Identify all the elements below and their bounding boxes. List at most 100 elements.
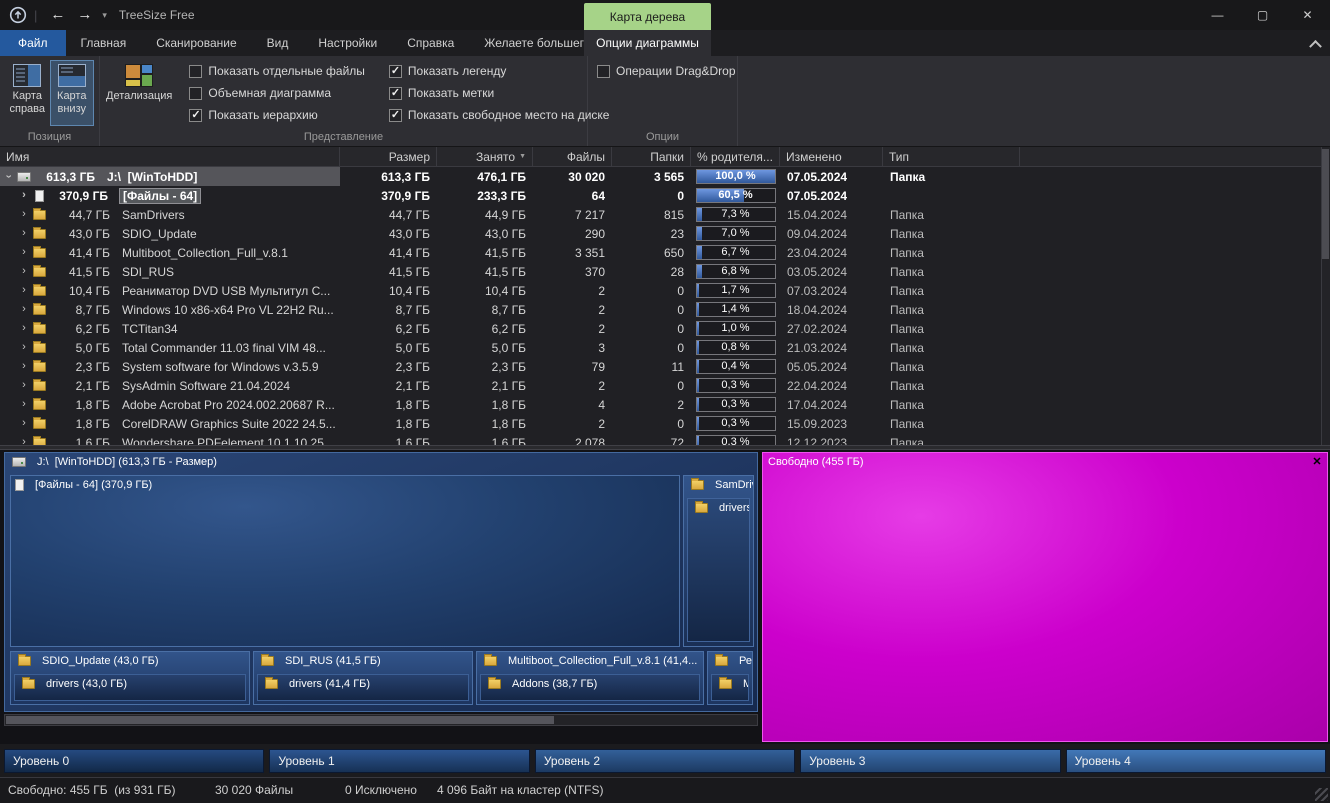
percent-value: 60,5 %: [718, 189, 753, 201]
percent-cell: 7,3 %: [691, 207, 780, 222]
table-row[interactable]: › 2,1 ГБ SysAdmin Software 21.04.2024 2,1 Г…: [0, 376, 1330, 395]
expand-icon[interactable]: ›: [18, 418, 30, 429]
table-row[interactable]: › 41,4 ГБ Multiboot_Collection_Full_v.8.1 4…: [0, 243, 1330, 262]
percent-cell: 0,3 %: [691, 416, 780, 431]
treemap-child-block[interactable]: М...: [711, 674, 749, 701]
tab-file[interactable]: Файл: [0, 30, 66, 56]
vertical-scrollbar[interactable]: [1321, 147, 1330, 445]
map-bottom-button[interactable]: Карта внизу: [49, 60, 94, 126]
percent-value: 0,3 %: [721, 398, 750, 410]
table-row[interactable]: › 1,8 ГБ CorelDRAW Graphics Suite 2022 24.…: [0, 414, 1330, 433]
expand-icon[interactable]: ›: [18, 437, 30, 446]
expand-icon[interactable]: ›: [18, 342, 30, 353]
table-row[interactable]: › 44,7 ГБ SamDrivers 44,7 ГБ 44,9 ГБ 7 217 815…: [0, 205, 1330, 224]
table-row[interactable]: › 8,7 ГБ Windows 10 x86-x64 Pro VL 22H2 Ru…: [0, 300, 1330, 319]
close-icon[interactable]: ✕: [1310, 454, 1324, 468]
resize-grip[interactable]: [1315, 788, 1328, 801]
checkbox-show-labels[interactable]: Показать метки: [388, 86, 610, 100]
treemap-block[interactable]: Реа... М...: [707, 651, 753, 705]
checkbox-show-individual-files[interactable]: Показать отдельные файлы: [189, 64, 365, 78]
treemap-bottom-row: SDIO_Update (43,0 ГБ) drivers (43,0 ГБ) …: [10, 651, 753, 705]
ribbon-collapse-button[interactable]: [1306, 35, 1324, 53]
expand-icon[interactable]: ›: [18, 247, 30, 258]
treemap-block-label: Multiboot_Collection_Full_v.8.1 (41,4...: [508, 655, 698, 667]
percent-value: 7,0 %: [721, 227, 750, 239]
app-logo-icon[interactable]: [9, 6, 27, 24]
table-row[interactable]: › 2,3 ГБ System software for Windows v.3.5…: [0, 357, 1330, 376]
table-row[interactable]: › 6,2 ГБ TCTitan34 6,2 ГБ 6,2 ГБ 2 0 1,0 % 27.02…: [0, 319, 1330, 338]
legend-level-3: Уровень 3: [800, 748, 1061, 773]
column-header-allocated[interactable]: Занято: [437, 147, 533, 166]
treemap-files64-block[interactable]: [Файлы - 64] (370,9 ГБ): [10, 475, 680, 647]
treemap-horizontal-scrollbar[interactable]: [4, 714, 758, 726]
ribbon-group-view: Детализация Показать отдельные файлы Объ…: [100, 56, 609, 146]
tab-diagram-options[interactable]: Опции диаграммы: [584, 30, 711, 56]
column-header-folders[interactable]: Папки: [612, 147, 691, 166]
chevron-down-icon[interactable]: ▾: [98, 10, 111, 21]
treemap-drive-block[interactable]: J:\ [WinToHDD] (613,3 ГБ - Размер) [Файл…: [4, 452, 758, 712]
treemap-block[interactable]: SDI_RUS (41,5 ГБ) drivers (41,4 ГБ): [253, 651, 473, 705]
tab-view[interactable]: Вид: [252, 30, 304, 56]
checkbox-3d-chart[interactable]: Объемная диаграмма: [189, 86, 365, 100]
tab-scan[interactable]: Сканирование: [141, 30, 251, 56]
folder-icon: [33, 226, 46, 239]
treemap-block[interactable]: Multiboot_Collection_Full_v.8.1 (41,4...…: [476, 651, 704, 705]
tab-settings[interactable]: Настройки: [303, 30, 392, 56]
collapse-icon[interactable]: ›: [3, 171, 15, 183]
checkbox-show-legend[interactable]: Показать легенду: [388, 64, 610, 78]
detail-button[interactable]: Детализация: [105, 60, 173, 126]
scrollbar-thumb[interactable]: [1322, 149, 1329, 259]
checkbox-drag-drop[interactable]: Операции Drag&Drop: [597, 64, 736, 78]
expand-icon[interactable]: ›: [18, 323, 30, 334]
column-header-name[interactable]: Имя: [0, 147, 340, 166]
folder-icon: [261, 654, 274, 666]
treemap-child-block[interactable]: Addons (38,7 ГБ): [480, 674, 700, 701]
table-row[interactable]: › 43,0 ГБ SDIO_Update 43,0 ГБ 43,0 ГБ 290 23 7,…: [0, 224, 1330, 243]
table-row[interactable]: › 10,4 ГБ Реаниматор DVD USB Мультитул С..…: [0, 281, 1330, 300]
column-header-modified[interactable]: Изменено: [780, 147, 883, 166]
treemap-child-block[interactable]: drivers (43,0 ГБ): [14, 674, 246, 701]
row-name: Total Commander 11.03 final VIM 48...: [122, 340, 326, 355]
table-row[interactable]: › 1,6 ГБ Wondershare PDFelement 10.1.10.25…: [0, 433, 1330, 445]
checkbox-show-hierarchy[interactable]: Показать иерархию: [189, 108, 365, 122]
expand-icon[interactable]: ›: [18, 285, 30, 296]
table-row[interactable]: › 613,3 ГБ J:\ [WinToHDD] 613,3 ГБ 476,1 ГБ 3…: [0, 167, 1330, 186]
back-button[interactable]: ←: [44, 0, 71, 30]
table-row[interactable]: › 41,5 ГБ SDI_RUS 41,5 ГБ 41,5 ГБ 370 28 6,8 % 0…: [0, 262, 1330, 281]
treemap-samdrivers-block[interactable]: SamDriv... drivers...: [683, 475, 754, 647]
expand-icon[interactable]: ›: [18, 361, 30, 372]
table-row[interactable]: › 1,8 ГБ Adobe Acrobat Pro 2024.002.20687 …: [0, 395, 1330, 414]
expand-icon[interactable]: ›: [18, 190, 30, 201]
treemap-drivers-block[interactable]: drivers...: [687, 498, 750, 642]
close-button[interactable]: ✕: [1285, 0, 1330, 30]
allocated-cell: 41,5 ГБ: [484, 245, 526, 260]
table-row[interactable]: › 370,9 ГБ [Файлы - 64] 370,9 ГБ 233,3 ГБ 64 0…: [0, 186, 1330, 205]
maximize-button[interactable]: ▢: [1240, 0, 1285, 30]
scrollbar-thumb[interactable]: [6, 716, 554, 724]
tab-help[interactable]: Справка: [392, 30, 469, 56]
folder-icon: [33, 397, 46, 410]
expand-icon[interactable]: ›: [18, 380, 30, 391]
forward-button[interactable]: →: [71, 0, 98, 30]
expand-icon[interactable]: ›: [18, 304, 30, 315]
button-label: Карта справа: [9, 90, 46, 115]
treemap-free-space-block[interactable]: Свободно (455 ГБ) ✕: [762, 452, 1328, 742]
column-header-size[interactable]: Размер: [340, 147, 437, 166]
expand-icon[interactable]: ›: [18, 399, 30, 410]
expand-icon[interactable]: ›: [18, 228, 30, 239]
column-header-files[interactable]: Файлы: [533, 147, 612, 166]
tab-home[interactable]: Главная: [66, 30, 142, 56]
expand-icon[interactable]: ›: [18, 209, 30, 220]
minimize-button[interactable]: —: [1195, 0, 1240, 30]
expand-icon[interactable]: ›: [18, 266, 30, 277]
checkbox-show-free-space[interactable]: Показать свободное место на диске: [388, 108, 609, 122]
checkbox-label: Объемная диаграмма: [208, 86, 332, 100]
column-header-percent[interactable]: % родителя...: [691, 147, 780, 166]
treemap-block[interactable]: SDIO_Update (43,0 ГБ) drivers (43,0 ГБ): [10, 651, 250, 705]
column-header-type[interactable]: Тип: [883, 147, 1020, 166]
table-row[interactable]: › 5,0 ГБ Total Commander 11.03 final VIM 4…: [0, 338, 1330, 357]
treemap-child-block[interactable]: drivers (41,4 ГБ): [257, 674, 469, 701]
size-cell: 41,5 ГБ: [388, 264, 430, 279]
size-cell: 44,7 ГБ: [388, 207, 430, 222]
map-right-button[interactable]: Карта справа: [5, 60, 50, 126]
